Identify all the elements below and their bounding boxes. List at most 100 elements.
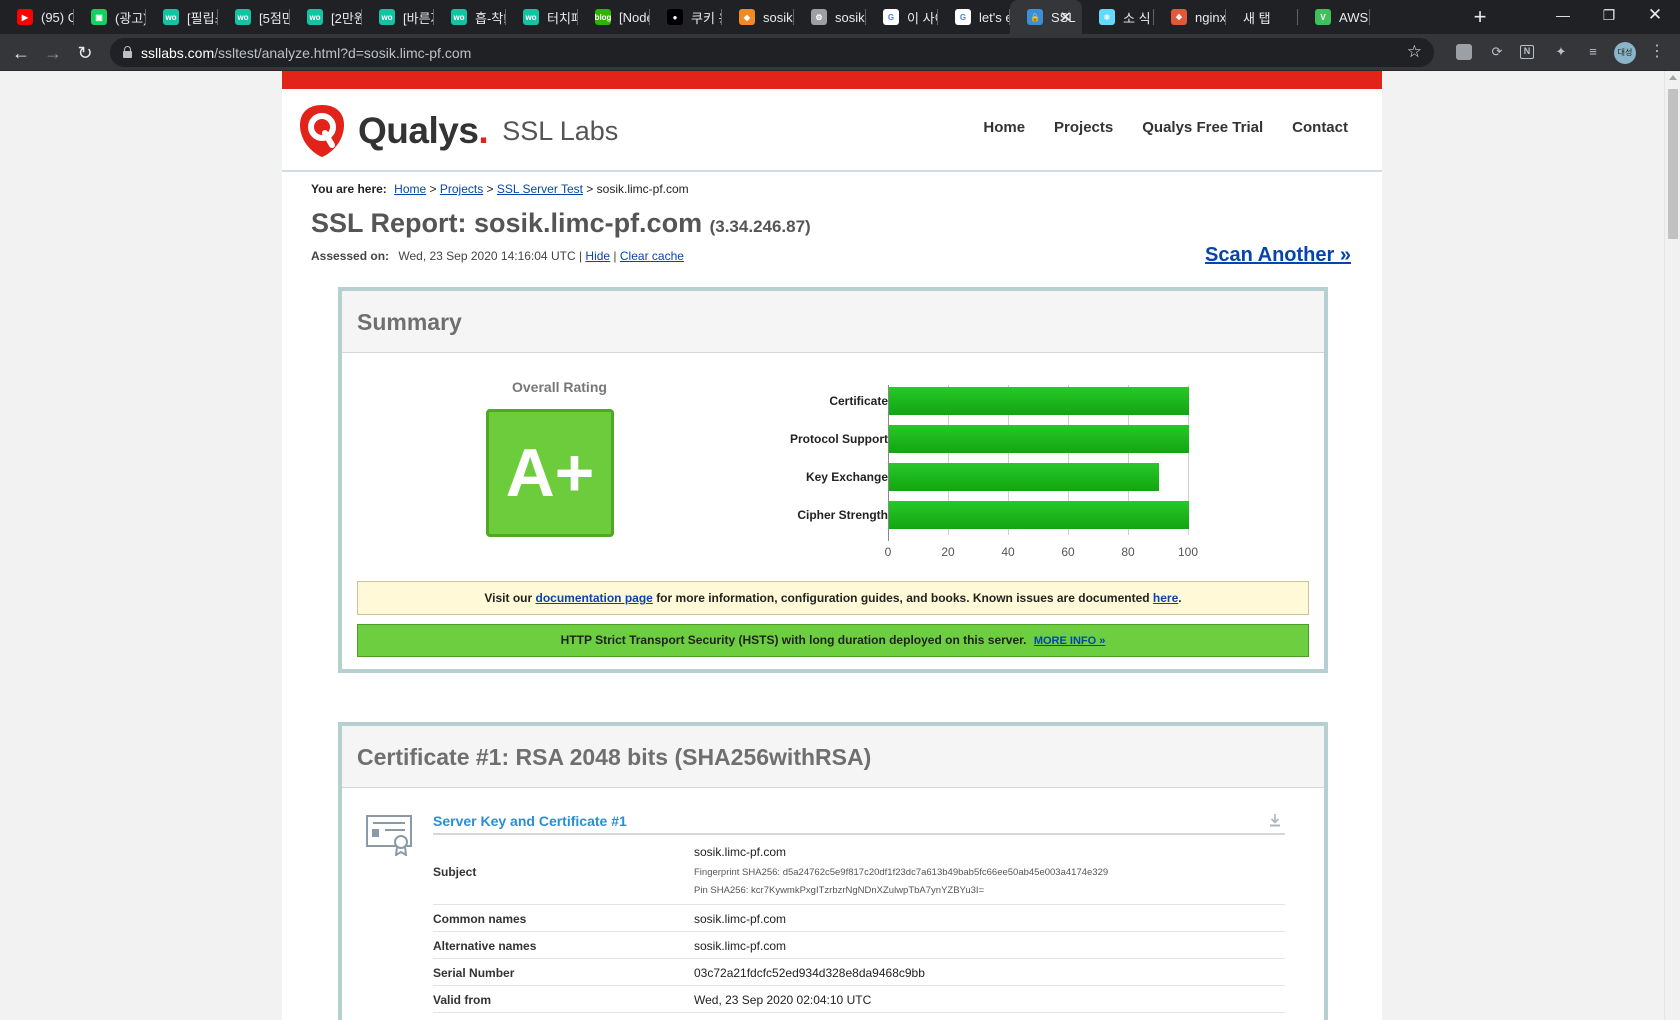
tab-label: 흡-착! xyxy=(475,10,506,26)
breadcrumb-label: You are here: xyxy=(311,182,387,196)
bookmark-star-icon[interactable]: ☆ xyxy=(1407,42,1422,62)
media-control-icon[interactable]: ≡ xyxy=(1584,43,1602,61)
browser-tab[interactable]: ◆ sosikE xyxy=(722,0,794,34)
row-value: Wed, 23 Sep 2020 02:04:10 UTC xyxy=(694,993,872,1007)
address-bar[interactable]: ssllabs.com/ssltest/analyze.html?d=sosik… xyxy=(110,38,1434,67)
reload-icon[interactable]: ↻ xyxy=(72,40,98,66)
chart-tick-label: 40 xyxy=(1001,545,1015,559)
report-ip: (3.34.246.87) xyxy=(709,217,811,236)
tab-label: sosik.li xyxy=(835,9,866,25)
menu-kebab-icon[interactable]: ⋮ xyxy=(1648,43,1666,61)
row-value: sosik.limc-pf.com xyxy=(694,912,787,926)
breadcrumb-home[interactable]: Home xyxy=(394,182,426,196)
notion-extension-icon[interactable]: N xyxy=(1520,45,1534,59)
browser-tab[interactable]: ● 쿠키 용 xyxy=(650,0,722,34)
clear-cache-link[interactable]: Clear cache xyxy=(620,249,684,263)
profile-avatar[interactable]: 대성 xyxy=(1614,42,1636,64)
browser-tab[interactable]: wo [필립스 xyxy=(146,0,218,34)
scrollbar-thumb[interactable] xyxy=(1668,89,1678,239)
notice-suffix: . xyxy=(1178,591,1182,605)
scan-another-link[interactable]: Scan Another » xyxy=(1205,244,1351,267)
browser-tab[interactable]: wo [2만원 xyxy=(290,0,362,34)
breadcrumb-current: sosik.limc-pf.com xyxy=(596,182,689,196)
tab-favicon-icon: wo xyxy=(523,9,539,25)
tab-label: [필립스 xyxy=(187,10,218,26)
minimize-icon[interactable]: — xyxy=(1540,0,1586,30)
browser-tab[interactable]: ❖ nginx xyxy=(1154,0,1226,34)
row-value: sosik.limc-pf.com xyxy=(694,939,787,953)
browser-tab[interactable]: ⚙ sosik.li xyxy=(794,0,866,34)
nav-home[interactable]: Home xyxy=(983,119,1025,136)
tab-close-icon[interactable]: ✕ xyxy=(1059,8,1072,26)
tab-label: 터치패 xyxy=(547,10,578,26)
download-icon[interactable] xyxy=(1269,813,1281,827)
rating-bar-chart: 0 20 40 60 80 100 Certificate Protocol Support K… xyxy=(730,379,1210,579)
tab-label: AWS - xyxy=(1339,9,1370,25)
tab-favicon-icon: 🔒 xyxy=(1027,9,1043,25)
browser-tab[interactable]: blog [Node xyxy=(578,0,650,34)
browser-tab[interactable]: wo 터치패 xyxy=(506,0,578,34)
sync-extension-icon[interactable]: ⟳ xyxy=(1488,43,1506,61)
assessed-date: Wed, 23 Sep 2020 14:16:04 UTC xyxy=(398,249,576,263)
qualys-shield-icon xyxy=(300,105,344,157)
row-key: Valid from xyxy=(433,993,492,1007)
browser-tab-strip: ▶ (95) G ▣ (광고) wo [필립스 wo [5점만 wo [2만원 wo [바른자 wo 흡-… xyxy=(0,0,1680,34)
tab-favicon-icon: V xyxy=(1315,9,1331,25)
tab-favicon-icon: wo xyxy=(235,9,251,25)
certificate-icon xyxy=(366,815,412,856)
browser-tab[interactable]: Glet's en xyxy=(938,0,1010,34)
chart-tick-label: 80 xyxy=(1121,545,1135,559)
tab-favicon-icon: wo xyxy=(379,9,395,25)
summary-box: Summary Overall Rating A+ 0 20 40 60 80 100 Ce… xyxy=(338,287,1328,673)
extension-icon[interactable] xyxy=(1456,44,1472,60)
browser-tab[interactable]: G 이 사이 xyxy=(866,0,938,34)
page-viewport: Qualys. SSL Labs Home Projects Qualys Fr… xyxy=(0,71,1664,1020)
nav-projects[interactable]: Projects xyxy=(1054,119,1113,136)
nav-free-trial[interactable]: Qualys Free Trial xyxy=(1142,119,1263,136)
tab-favicon-icon: ⚛ xyxy=(1099,9,1115,25)
browser-tab[interactable]: V AWS - xyxy=(1298,0,1370,34)
close-window-icon[interactable]: ✕ xyxy=(1632,0,1678,30)
known-issues-link[interactable]: here xyxy=(1153,591,1178,605)
hsts-more-info-link[interactable]: MORE INFO » xyxy=(1034,635,1106,647)
row-common-names: Common names sosik.limc-pf.com xyxy=(433,905,1285,932)
logo-wordmark: Qualys. xyxy=(358,110,489,151)
chart-bar xyxy=(889,501,1189,529)
browser-tab[interactable]: wo [5점만 xyxy=(218,0,290,34)
tab-favicon-icon: wo xyxy=(163,9,179,25)
browser-tab[interactable]: ▣ (광고) xyxy=(74,0,146,34)
scroll-up-icon[interactable] xyxy=(1669,75,1677,80)
hsts-text: HTTP Strict Transport Security (HSTS) wi… xyxy=(560,633,1027,647)
browser-tab[interactable]: wo 흡-착! xyxy=(434,0,506,34)
qualys-logo[interactable]: Qualys. SSL Labs xyxy=(298,103,618,159)
new-tab-button[interactable]: + xyxy=(1466,3,1494,31)
tab-label: 이 사이 xyxy=(907,10,938,26)
browser-tab[interactable]: 새 탭 xyxy=(1226,0,1298,34)
page-scrollbar[interactable] xyxy=(1664,71,1680,1020)
tab-favicon-icon: wo xyxy=(307,9,323,25)
tab-favicon-icon: ⚙ xyxy=(811,9,827,25)
row-valid-from: Valid from Wed, 23 Sep 2020 02:04:10 UTC xyxy=(433,986,1285,1013)
tab-label: [5점만 xyxy=(259,10,290,26)
row-alternative-names: Alternative names sosik.limc-pf.com xyxy=(433,932,1285,959)
forward-icon[interactable]: → xyxy=(40,40,66,66)
breadcrumb-projects[interactable]: Projects xyxy=(440,182,483,196)
logo-subtitle: SSL Labs xyxy=(502,115,619,146)
hide-link[interactable]: Hide xyxy=(585,249,610,263)
browser-tab[interactable]: wo [바른자 xyxy=(362,0,434,34)
tab-favicon-icon: ● xyxy=(667,9,683,25)
browser-tab[interactable]: ⚛ 소 식 xyxy=(1082,0,1154,34)
tab-label: nginx xyxy=(1195,9,1226,25)
breadcrumb: You are here: Home > Projects > SSL Serv… xyxy=(311,182,689,196)
server-key-section-title: Server Key and Certificate #1 xyxy=(433,813,1285,835)
extensions-puzzle-icon[interactable]: ✦ xyxy=(1552,43,1570,61)
top-navigation: Home Projects Qualys Free Trial Contact xyxy=(983,119,1348,136)
chart-category-label: Protocol Support xyxy=(790,432,888,446)
nav-contact[interactable]: Contact xyxy=(1292,119,1348,136)
browser-tab[interactable]: 🔒 SSL ✕ xyxy=(1010,0,1082,34)
breadcrumb-ssl-server-test[interactable]: SSL Server Test xyxy=(497,182,583,196)
browser-tab[interactable]: ▶ (95) G xyxy=(0,0,74,34)
restore-icon[interactable]: ❐ xyxy=(1586,0,1632,30)
documentation-page-link[interactable]: documentation page xyxy=(536,591,653,605)
back-icon[interactable]: ← xyxy=(8,40,34,66)
